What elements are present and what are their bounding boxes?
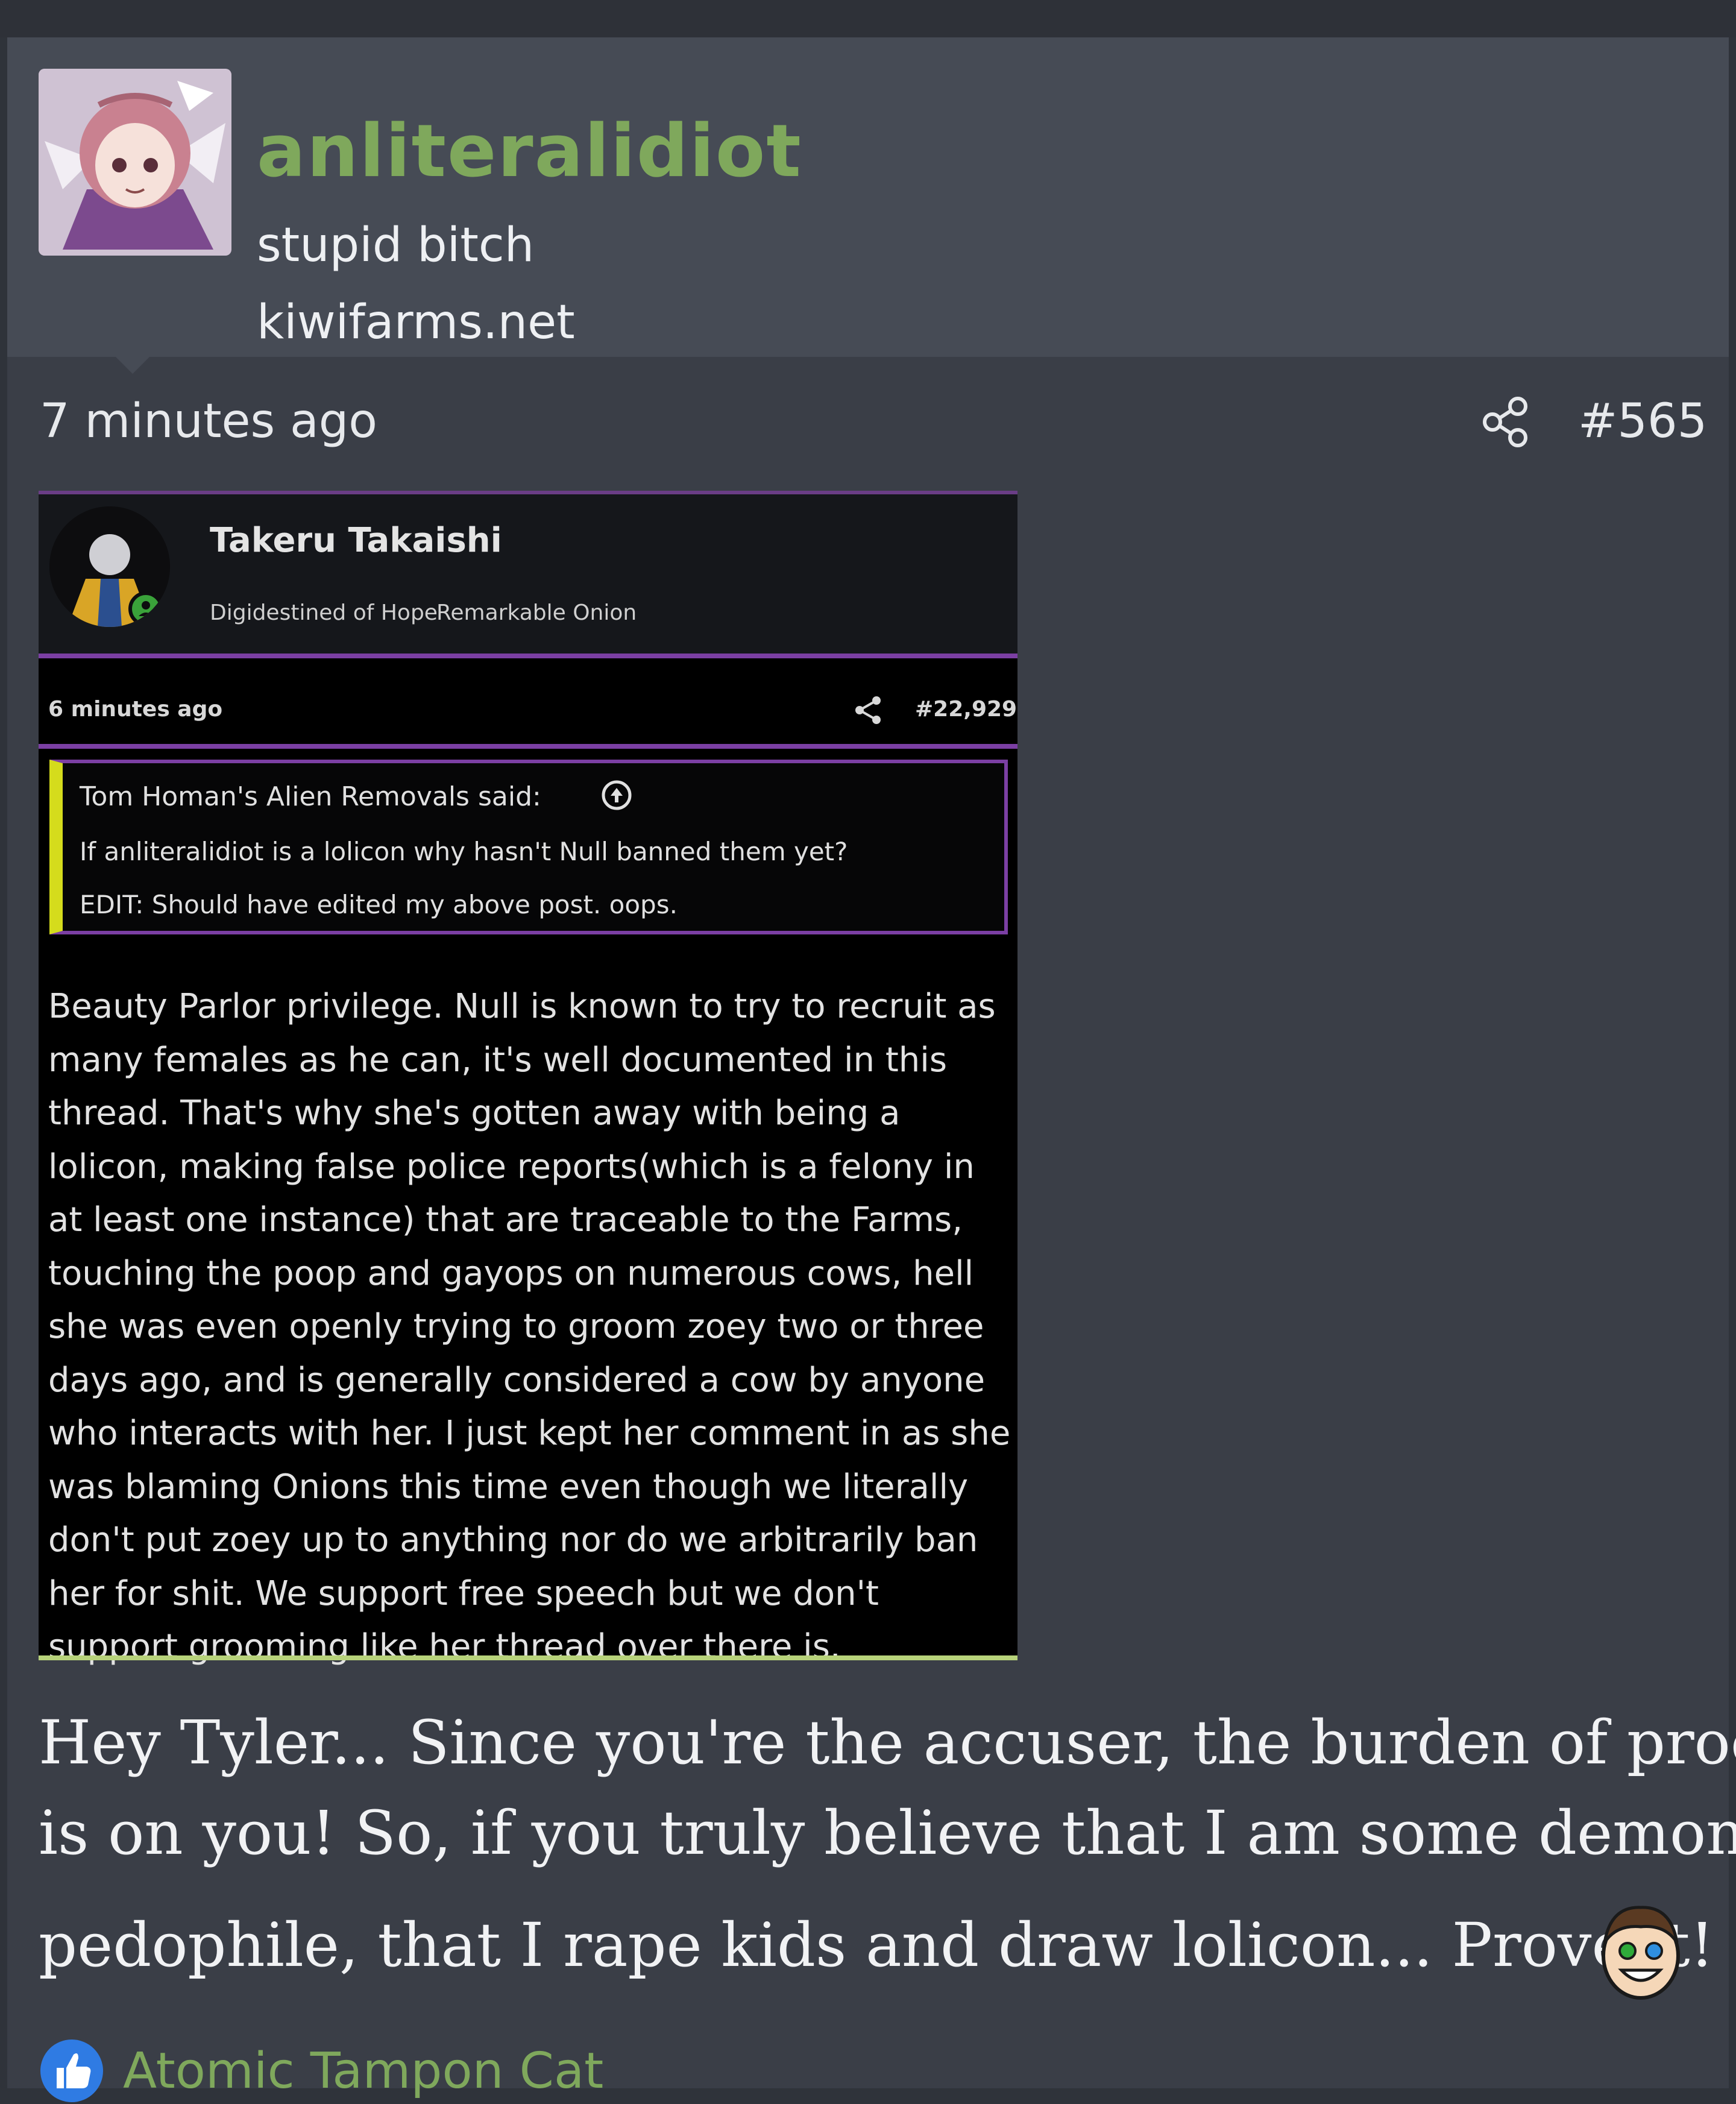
quote-author: Tom Homan's Alien Removals said: (80, 781, 541, 812)
embedded-screenshot[interactable]: Takeru Takaishi Digidestined of Hope Rem… (39, 491, 1017, 1666)
embed-post-number: #22,929 (915, 697, 1017, 722)
embed-body-line: days ago, and is generally considered a … (48, 1360, 986, 1400)
embed-body-line: many females as he can, it's well docume… (48, 1040, 947, 1080)
embed-body: Beauty Parlor privilege. Null is known t… (48, 980, 1013, 1674)
embed-body-line: lolicon, making false police reports(whi… (48, 1147, 975, 1186)
user-title: stupid bitch (257, 218, 535, 272)
user-site: kiwifarms.net (257, 295, 575, 350)
embed-body-line: don't put zoey up to anything nor do we … (48, 1520, 978, 1560)
quote-jump-icon (602, 780, 632, 810)
top-strip (0, 0, 1736, 37)
embed-body-line: touching the poop and gayops on numerous… (48, 1253, 974, 1293)
post-number[interactable]: #565 (1578, 394, 1707, 449)
embed-body-line: who interacts with her. I just kept her … (48, 1414, 1011, 1453)
embed-divider (39, 654, 1017, 658)
embed-body-line: Beauty Parlor privilege. Null is known t… (48, 987, 996, 1026)
quote-text: If anliteralidiot is a lolicon why hasn'… (80, 837, 848, 866)
quote-text: EDIT: Should have edited my above post. … (80, 890, 678, 919)
embed-body-line: at least one instance) that are traceabl… (48, 1200, 963, 1239)
embed-body-line: support grooming like her thread over th… (48, 1627, 841, 1666)
username[interactable]: anliteralidiot (257, 110, 802, 194)
embed-badge: Digidestined of Hope (210, 600, 438, 625)
like-icon[interactable] (39, 2038, 105, 2104)
smiley-emoji-icon (1602, 1906, 1680, 2000)
embed-quote: Tom Homan's Alien Removals said: If anli… (49, 760, 1008, 934)
embed-header: Takeru Takaishi Digidestined of Hope Rem… (39, 491, 1017, 657)
embed-share-icon (855, 696, 881, 724)
post-time[interactable]: 7 minutes ago (40, 394, 377, 449)
embed-time: 6 minutes ago (48, 697, 223, 722)
avatar[interactable] (39, 69, 231, 256)
user-header: anliteralidiot stupid bitch kiwifarms.ne… (7, 37, 1729, 374)
reaction-user-link[interactable]: Atomic Tampon Cat (123, 2043, 603, 2100)
embed-bottom-border (39, 1655, 1017, 1660)
message-line: pedophile, that I rape kids and draw lol… (39, 1910, 1714, 1980)
embed-body-line: thread. That's why she's gotten away wit… (48, 1094, 901, 1133)
embed-author: Takeru Takaishi (210, 521, 502, 560)
header-pointer (116, 357, 149, 374)
share-icon[interactable] (1478, 394, 1533, 450)
post: anliteralidiot stupid bitch kiwifarms.ne… (7, 37, 1736, 2102)
avatar-image (39, 69, 231, 256)
embed-body-line: was blaming Onions this time even though… (48, 1467, 969, 1507)
embed-body-line: her for shit. We support free speech but… (48, 1573, 879, 1613)
embed-divider (39, 744, 1017, 749)
message-line: is on you! So, if you truly believe that… (39, 1798, 1736, 1868)
embed-body-line: she was even openly trying to groom zoey… (48, 1307, 984, 1346)
message-line: Hey Tyler... Since you're the accuser, t… (39, 1707, 1736, 1778)
embed-badge: Remarkable Onion (436, 600, 637, 625)
embed-avatar (49, 506, 170, 627)
